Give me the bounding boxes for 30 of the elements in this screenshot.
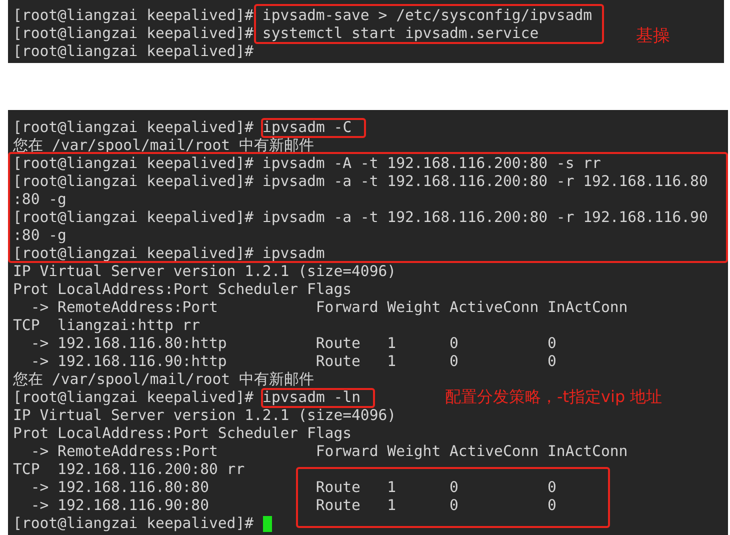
terminal-line: 您在 /var/spool/mail/root 中有新邮件 xyxy=(13,137,314,155)
terminal-line: [root@liangzai keepalived]# ipvsadm -A -t 192.168.116.200:80 -s rr xyxy=(13,155,601,173)
annotation-text: 基操 xyxy=(636,26,670,46)
terminal-line: Prot LocalAddress:Port Scheduler Flags xyxy=(13,425,352,443)
highlighted-command: ipvsadm -ln xyxy=(260,388,375,408)
terminal-line: -> RemoteAddress:Port Forward Weight ActiveConn InActConn xyxy=(30,443,628,461)
terminal-line: IP Virtual Server version 1.2.1 (size=4096) xyxy=(13,407,396,425)
terminal-line: -> 192.168.116.80:http Route 1 0 0 xyxy=(30,335,556,353)
terminal-line: [root@liangzai keepalived]# ipvsadm xyxy=(13,245,325,263)
terminal-line: -> 192.168.116.80:80 Route 1 0 0 xyxy=(30,479,556,497)
terminal-line: [root@liangzai keepalived]# ipvsadm-save > /etc/sysconfig/ipvsadm xyxy=(13,7,592,25)
terminal-line: [root@liangzai keepalived]# ipvsadm -a -t 192.168.116.200:80 -r 192.168.116.80 xyxy=(13,173,708,191)
shell-prompt: [root@liangzai keepalived]# xyxy=(13,119,254,137)
terminal-line: :80 -g xyxy=(13,227,66,245)
highlighted-command: ipvsadm -C xyxy=(260,118,366,138)
annotation-text: 配置分发策略，-t指定vip 地址 xyxy=(445,387,662,407)
terminal-line: -> 192.168.116.90:80 Route 1 0 0 xyxy=(30,497,556,515)
terminal-line: TCP 192.168.116.200:80 rr xyxy=(13,461,245,479)
terminal-line: 您在 /var/spool/mail/root 中有新邮件 xyxy=(13,371,314,389)
terminal-line: Prot LocalAddress:Port Scheduler Flags xyxy=(13,281,352,299)
terminal-line: TCP liangzai:http rr xyxy=(13,317,200,335)
terminal-line: [root@liangzai keepalived]# xyxy=(13,515,254,533)
terminal-line: -> RemoteAddress:Port Forward Weight ActiveConn InActConn xyxy=(30,299,628,317)
terminal-line: [root@liangzai keepalived]# xyxy=(13,43,254,61)
terminal-line: IP Virtual Server version 1.2.1 (size=4096) xyxy=(13,263,396,281)
shell-prompt: [root@liangzai keepalived]# xyxy=(13,389,254,407)
terminal-line: :80 -g xyxy=(13,191,66,209)
terminal-line: [root@liangzai keepalived]# ipvsadm -a -t 192.168.116.200:80 -r 192.168.116.90 xyxy=(13,209,708,227)
terminal-line: [root@liangzai keepalived]# systemctl start ipvsadm.service xyxy=(13,25,539,43)
terminal-line: -> 192.168.116.90:http Route 1 0 0 xyxy=(30,353,556,371)
